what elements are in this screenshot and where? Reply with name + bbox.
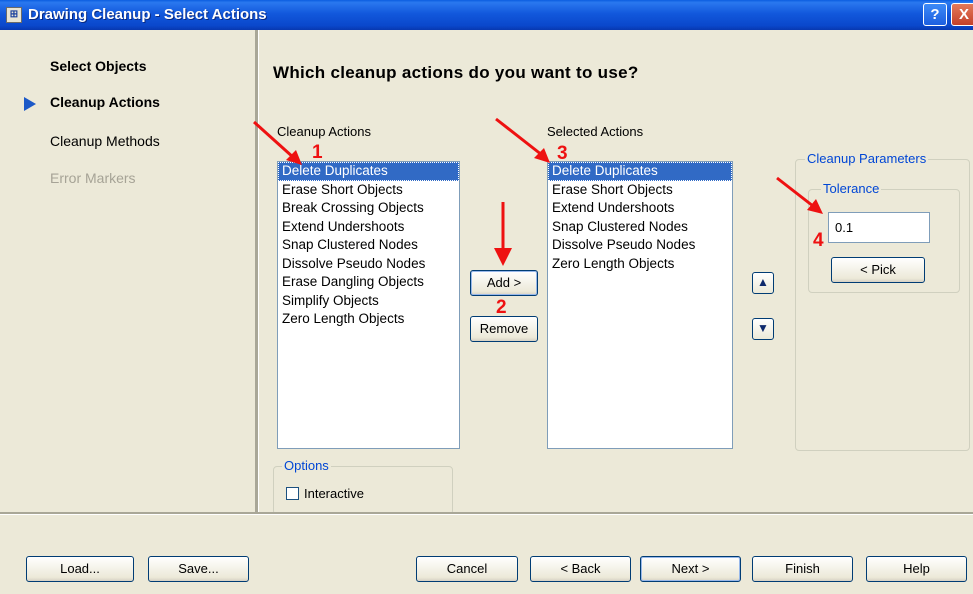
cleanup-parameters-title: Cleanup Parameters <box>805 151 929 166</box>
list-item[interactable]: Erase Dangling Objects <box>278 273 459 292</box>
list-item[interactable]: Zero Length Objects <box>548 255 732 274</box>
options-title: Options <box>282 458 331 473</box>
save-button[interactable]: Save... <box>148 556 249 582</box>
annotation-marker-1: 1 <box>312 142 323 163</box>
annotation-arrow-2-icon <box>494 202 512 266</box>
move-up-button[interactable]: ▲ <box>752 272 774 294</box>
list-item[interactable]: Extend Undershoots <box>548 199 732 218</box>
finish-button[interactable]: Finish <box>752 556 853 582</box>
annotation-arrow-3-icon <box>495 117 550 163</box>
title-bar: ⊞ Drawing Cleanup - Select Actions ? X <box>0 0 973 30</box>
remove-button[interactable]: Remove <box>470 316 538 342</box>
load-button[interactable]: Load... <box>26 556 134 582</box>
move-down-button[interactable]: ▼ <box>752 318 774 340</box>
close-title-button[interactable]: X <box>951 3 973 26</box>
step-cleanup-actions[interactable]: Cleanup Actions <box>50 94 160 110</box>
list-item[interactable]: Delete Duplicates <box>548 162 732 181</box>
window-title: Drawing Cleanup - Select Actions <box>28 6 267 23</box>
cleanup-actions-list[interactable]: Delete Duplicates Erase Short Objects Brea… <box>277 161 460 449</box>
help-title-button[interactable]: ? <box>923 3 947 26</box>
list-item[interactable]: Erase Short Objects <box>278 181 459 200</box>
list-item[interactable]: Break Crossing Objects <box>278 199 459 218</box>
step-select-objects[interactable]: Select Objects <box>50 58 147 74</box>
interactive-label: Interactive <box>304 486 364 501</box>
step-cleanup-methods[interactable]: Cleanup Methods <box>50 133 160 149</box>
up-arrow-icon: ▲ <box>757 275 769 289</box>
page-heading: Which cleanup actions do you want to use… <box>273 63 639 82</box>
list-item[interactable]: Snap Clustered Nodes <box>278 236 459 255</box>
add-button[interactable]: Add > <box>470 270 538 296</box>
annotation-marker-2: 2 <box>496 297 507 318</box>
list-item[interactable]: Erase Short Objects <box>548 181 732 200</box>
annotation-arrow-1-icon <box>252 120 302 165</box>
footer-bar <box>0 515 973 594</box>
list-item[interactable]: Extend Undershoots <box>278 218 459 237</box>
interactive-checkbox[interactable] <box>286 487 299 500</box>
list-item[interactable]: Snap Clustered Nodes <box>548 218 732 237</box>
down-arrow-icon: ▼ <box>757 321 769 335</box>
help-button[interactable]: Help <box>866 556 967 582</box>
app-icon: ⊞ <box>6 7 22 23</box>
pick-button[interactable]: < Pick <box>831 257 925 283</box>
list-item[interactable]: Zero Length Objects <box>278 310 459 329</box>
annotation-marker-3: 3 <box>557 143 568 164</box>
list-item[interactable]: Dissolve Pseudo Nodes <box>548 236 732 255</box>
annotation-arrow-4-icon <box>776 176 823 214</box>
cancel-button[interactable]: Cancel <box>416 556 518 582</box>
current-step-arrow-icon <box>24 97 36 111</box>
selected-actions-list[interactable]: Delete Duplicates Erase Short Objects Exte… <box>547 161 733 449</box>
annotation-marker-4: 4 <box>813 230 824 251</box>
back-button[interactable]: < Back <box>530 556 631 582</box>
tolerance-input[interactable]: 0.1 <box>828 212 930 243</box>
next-button[interactable]: Next > <box>640 556 741 582</box>
list-item[interactable]: Simplify Objects <box>278 292 459 311</box>
list-item[interactable]: Dissolve Pseudo Nodes <box>278 255 459 274</box>
step-error-markers: Error Markers <box>50 170 136 186</box>
